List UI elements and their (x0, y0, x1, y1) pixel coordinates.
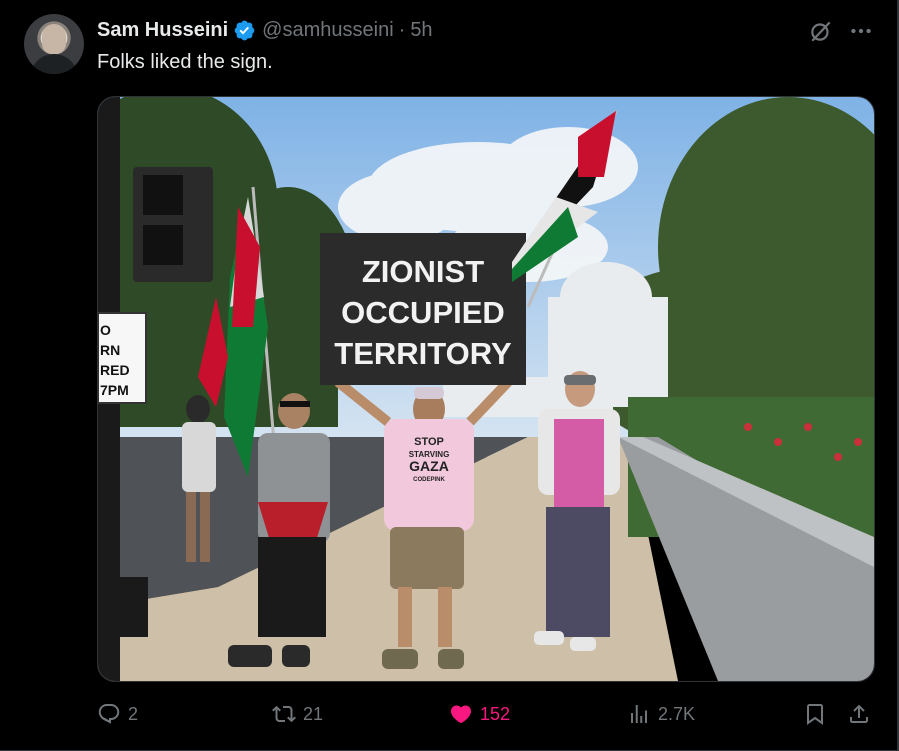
svg-text:CODEPINK: CODEPINK (413, 477, 445, 483)
svg-text:RED: RED (100, 362, 130, 378)
tweet[interactable]: Sam Husseini @samhusseini · 5h Folks lik… (0, 0, 899, 751)
protest-photo: O RN RED 7PM STOP STARVING GAZA CODEPINK… (98, 97, 874, 681)
bookmark-icon (807, 704, 823, 725)
svg-text:GAZA: GAZA (409, 458, 449, 474)
verified-badge-icon[interactable] (233, 19, 256, 42)
avatar[interactable] (24, 14, 84, 74)
views-icon (631, 705, 647, 723)
separator-dot: · (398, 18, 406, 41)
tweet-photo[interactable]: O RN RED 7PM STOP STARVING GAZA CODEPINK… (97, 96, 875, 682)
heart-icon (450, 705, 472, 724)
svg-text:TERRITORY: TERRITORY (334, 336, 512, 371)
protest-sign: ZIONIST OCCUPIED TERRITORY (320, 233, 526, 385)
svg-text:OCCUPIED: OCCUPIED (341, 295, 505, 330)
svg-text:ZIONIST: ZIONIST (362, 254, 484, 289)
tweet-actions: 2 21 152 2.7K (97, 697, 873, 731)
svg-text:STOP: STOP (414, 436, 444, 448)
grok-icon[interactable] (808, 18, 834, 44)
reply-count: 2 (128, 703, 139, 724)
author-name[interactable]: Sam Husseini (97, 19, 228, 42)
timestamp[interactable]: 5h (410, 19, 432, 42)
reply-button[interactable]: 2 (97, 697, 138, 731)
share-button[interactable] (847, 697, 878, 731)
share-icon (850, 704, 868, 723)
tweet-text: Folks liked the sign. (97, 51, 273, 73)
svg-text:7PM: 7PM (100, 382, 129, 398)
views-button[interactable]: 2.7K (627, 697, 695, 731)
tweet-header: Sam Husseini @samhusseini · 5h (97, 17, 433, 43)
svg-text:RN: RN (100, 342, 120, 358)
svg-text:O: O (100, 322, 111, 338)
more-icon[interactable] (848, 18, 874, 44)
views-count: 2.7K (658, 703, 696, 724)
author-handle[interactable]: @samhusseini (262, 19, 393, 42)
repost-icon (272, 705, 296, 723)
repost-count: 21 (303, 703, 324, 724)
bookmark-button[interactable] (803, 697, 834, 731)
repost-button[interactable]: 21 (272, 697, 323, 731)
reply-icon (98, 704, 120, 724)
person-right (534, 371, 620, 651)
like-count: 152 (480, 703, 511, 724)
like-button[interactable]: 152 (449, 697, 510, 731)
street-sign: O RN RED 7PM (98, 312, 147, 404)
